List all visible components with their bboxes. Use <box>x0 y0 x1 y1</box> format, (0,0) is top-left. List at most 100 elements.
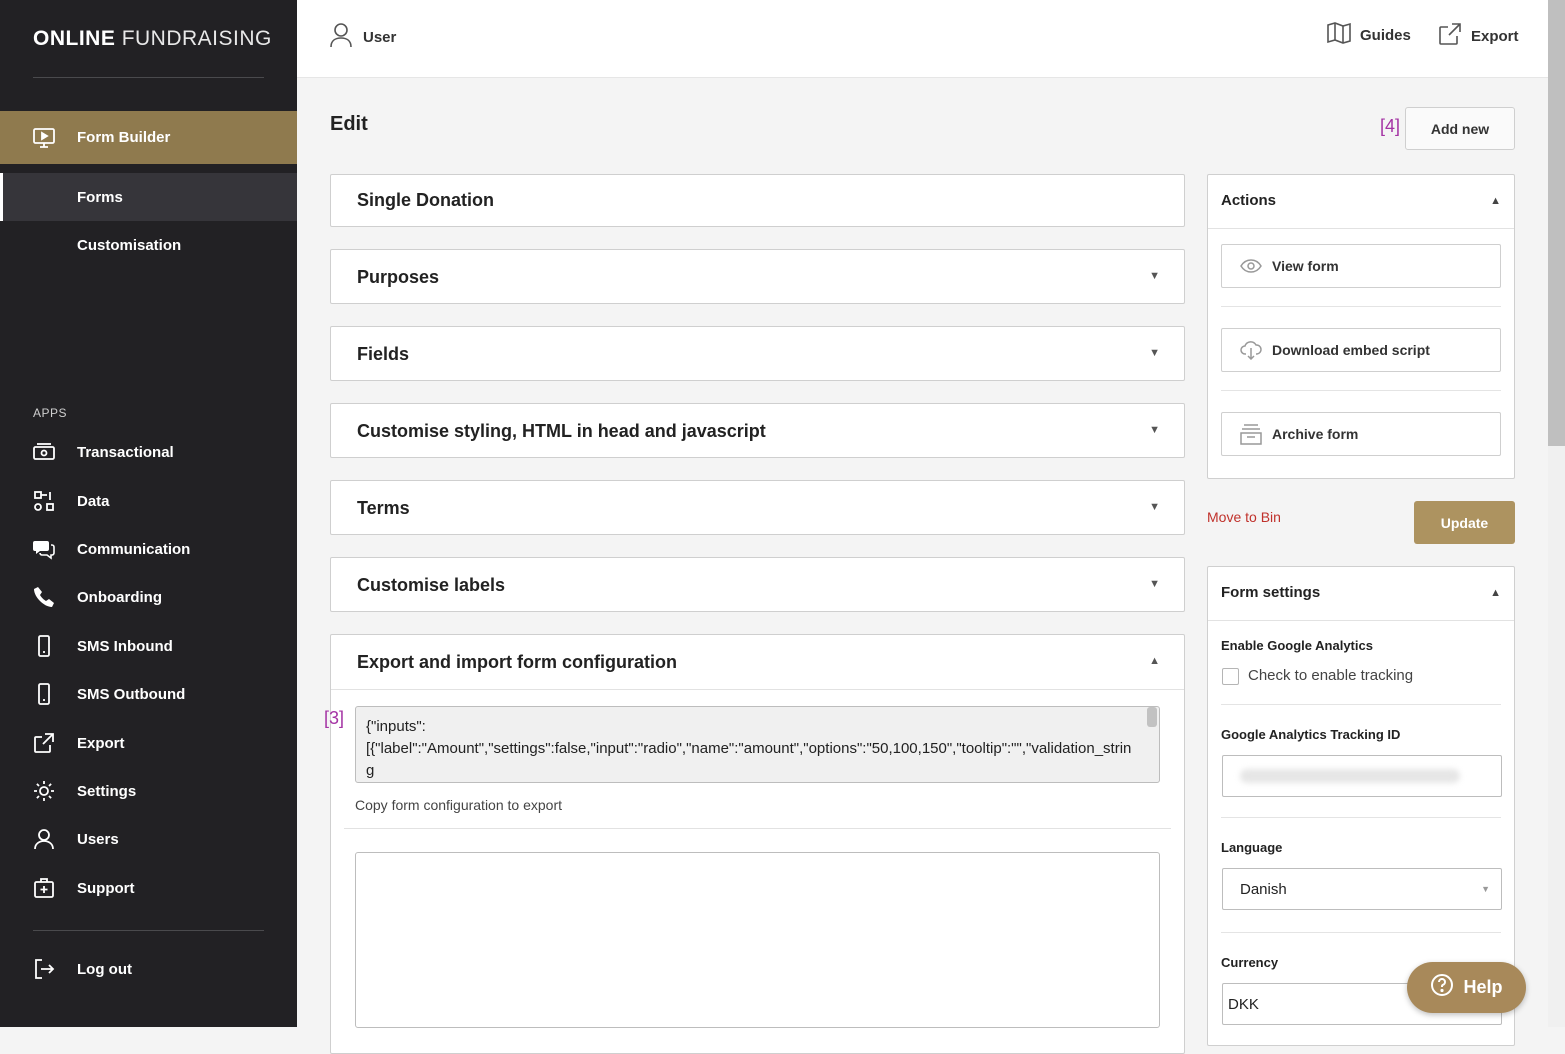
export-top-button[interactable]: Export <box>1438 22 1519 50</box>
export-icon <box>31 730 57 756</box>
sidebar-item-communication[interactable]: Communication <box>0 536 297 562</box>
panel-customise-styling[interactable]: Customise styling, HTML in head and java… <box>330 403 1185 458</box>
sidebar-item-export[interactable]: Export <box>0 730 297 756</box>
sidebar-item-label: Onboarding <box>77 588 162 606</box>
language-label: Language <box>1221 840 1283 855</box>
sidebar-item-form-builder[interactable]: Form Builder <box>0 111 297 164</box>
archive-form-button[interactable]: Archive form <box>1221 412 1501 456</box>
sidebar-item-users[interactable]: Users <box>0 826 297 852</box>
actions-header[interactable]: Actions ▲ <box>1208 175 1514 229</box>
sidebar-item-label: Log out <box>77 960 132 978</box>
divider <box>1221 704 1501 705</box>
panel-title: Fields <box>357 344 410 364</box>
sidebar-item-settings[interactable]: Settings <box>0 778 297 804</box>
sidebar-item-label: Customisation <box>77 236 182 254</box>
sidebar-item-label: Forms <box>77 188 123 206</box>
blurred-value <box>1240 769 1460 783</box>
panel-customise-labels[interactable]: Customise labels ▼ <box>330 557 1185 612</box>
user-icon <box>31 826 57 852</box>
config-import-textarea[interactable] <box>355 852 1160 1028</box>
sidebar-item-label: Export <box>77 734 125 752</box>
annotation-marker: [3] <box>324 708 345 728</box>
logout-icon <box>31 956 57 982</box>
tracking-id-input[interactable] <box>1222 755 1502 797</box>
panel-title: Terms <box>357 498 410 518</box>
help-label: Help <box>1463 977 1503 997</box>
currency-value: DKK <box>1228 995 1259 1013</box>
sidebar-item-sms-inbound[interactable]: SMS Inbound <box>0 633 297 659</box>
copy-hint: Copy form configuration to export <box>355 797 562 813</box>
sidebar-item-customisation[interactable]: Customisation <box>0 232 297 258</box>
sidebar-divider <box>33 930 264 931</box>
download-embed-script-button[interactable]: Download embed script <box>1221 328 1501 372</box>
actions-panel: Actions ▲ View form Download embed scrip… <box>1207 174 1515 479</box>
textarea-scroll-thumb[interactable] <box>1147 707 1157 727</box>
divider <box>1221 817 1501 818</box>
scrollbar-thumb[interactable] <box>1548 0 1565 446</box>
chevron-down-icon: ▼ <box>1149 501 1160 513</box>
gear-icon <box>31 778 57 804</box>
export-icon <box>1438 22 1462 50</box>
add-new-button[interactable]: Add new <box>1405 107 1515 150</box>
config-export-textarea[interactable]: {"inputs": [{"label":"Amount","settings"… <box>355 706 1160 783</box>
language-select[interactable]: Danish ▼ <box>1222 868 1502 910</box>
sidebar-item-sms-outbound[interactable]: SMS Outbound <box>0 681 297 707</box>
panel-title: Single Donation <box>357 190 494 210</box>
panel-purposes[interactable]: Purposes ▼ <box>330 249 1185 304</box>
mobile-icon <box>31 681 57 707</box>
sidebar: ONLINE FUNDRAISING Form Builder Forms Cu… <box>0 0 297 1027</box>
guides-button[interactable]: Guides <box>1327 22 1411 48</box>
archive-form-label: Archive form <box>1272 426 1359 442</box>
sidebar-item-onboarding[interactable]: Onboarding <box>0 584 297 610</box>
view-form-button[interactable]: View form <box>1221 244 1501 288</box>
sidebar-item-label: Form Builder <box>77 129 171 146</box>
money-icon <box>31 439 57 465</box>
panel-header[interactable]: Export and import form configuration ▲ <box>331 635 1184 690</box>
divider <box>1221 932 1501 933</box>
question-icon <box>1430 973 1454 1002</box>
chevron-down-icon: ▼ <box>1149 270 1160 282</box>
apps-section-label: APPS <box>33 406 68 420</box>
sidebar-item-label: Communication <box>77 540 191 558</box>
panel-title: Purposes <box>357 267 440 287</box>
panel-terms[interactable]: Terms ▼ <box>330 480 1185 535</box>
view-form-label: View form <box>1272 258 1339 274</box>
ga-checkbox[interactable] <box>1222 668 1239 685</box>
monitor-icon <box>31 125 57 151</box>
user-menu[interactable]: User <box>329 22 396 52</box>
sidebar-item-forms[interactable]: Forms <box>0 173 297 221</box>
sidebar-divider <box>33 77 264 78</box>
guides-label: Guides <box>1360 26 1411 44</box>
sidebar-item-transactional[interactable]: Transactional <box>0 439 297 465</box>
panel-title: Export and import form configuration <box>357 652 677 672</box>
sidebar-item-data[interactable]: Data <box>0 488 297 514</box>
form-settings-header[interactable]: Form settings ▲ <box>1208 567 1514 621</box>
sidebar-item-label: SMS Inbound <box>77 637 173 655</box>
sidebar-item-label: Transactional <box>77 443 174 461</box>
panel-single-donation[interactable]: Single Donation <box>330 174 1185 227</box>
brand-logo[interactable]: ONLINE FUNDRAISING <box>33 27 272 51</box>
sidebar-item-support[interactable]: Support <box>0 875 297 901</box>
update-button[interactable]: Update <box>1414 501 1515 544</box>
sidebar-item-logout[interactable]: Log out <box>0 956 297 982</box>
ga-checkbox-label[interactable]: Check to enable tracking <box>1248 667 1413 684</box>
eye-icon <box>1240 255 1262 277</box>
sidebar-item-label: Data <box>77 492 110 510</box>
annotation-marker: [4] <box>1380 116 1401 136</box>
chevron-down-icon: ▼ <box>1149 424 1160 436</box>
cloud-download-icon <box>1240 339 1262 361</box>
help-button[interactable]: Help <box>1407 962 1526 1013</box>
book-icon <box>1327 22 1351 48</box>
tracking-id-label: Google Analytics Tracking ID <box>1221 727 1401 742</box>
chevron-up-icon: ▲ <box>1149 655 1160 667</box>
support-icon <box>31 875 57 901</box>
chat-icon <box>31 536 57 562</box>
mobile-icon <box>31 633 57 659</box>
panel-fields[interactable]: Fields ▼ <box>330 326 1185 381</box>
move-to-bin-link[interactable]: Move to Bin <box>1207 509 1281 525</box>
sidebar-item-label: Support <box>77 879 135 897</box>
user-icon <box>329 22 353 52</box>
language-value: Danish <box>1240 880 1287 898</box>
panel-title: Customise styling, HTML in head and java… <box>357 421 766 441</box>
page-scrollbar[interactable] <box>1548 0 1565 1027</box>
